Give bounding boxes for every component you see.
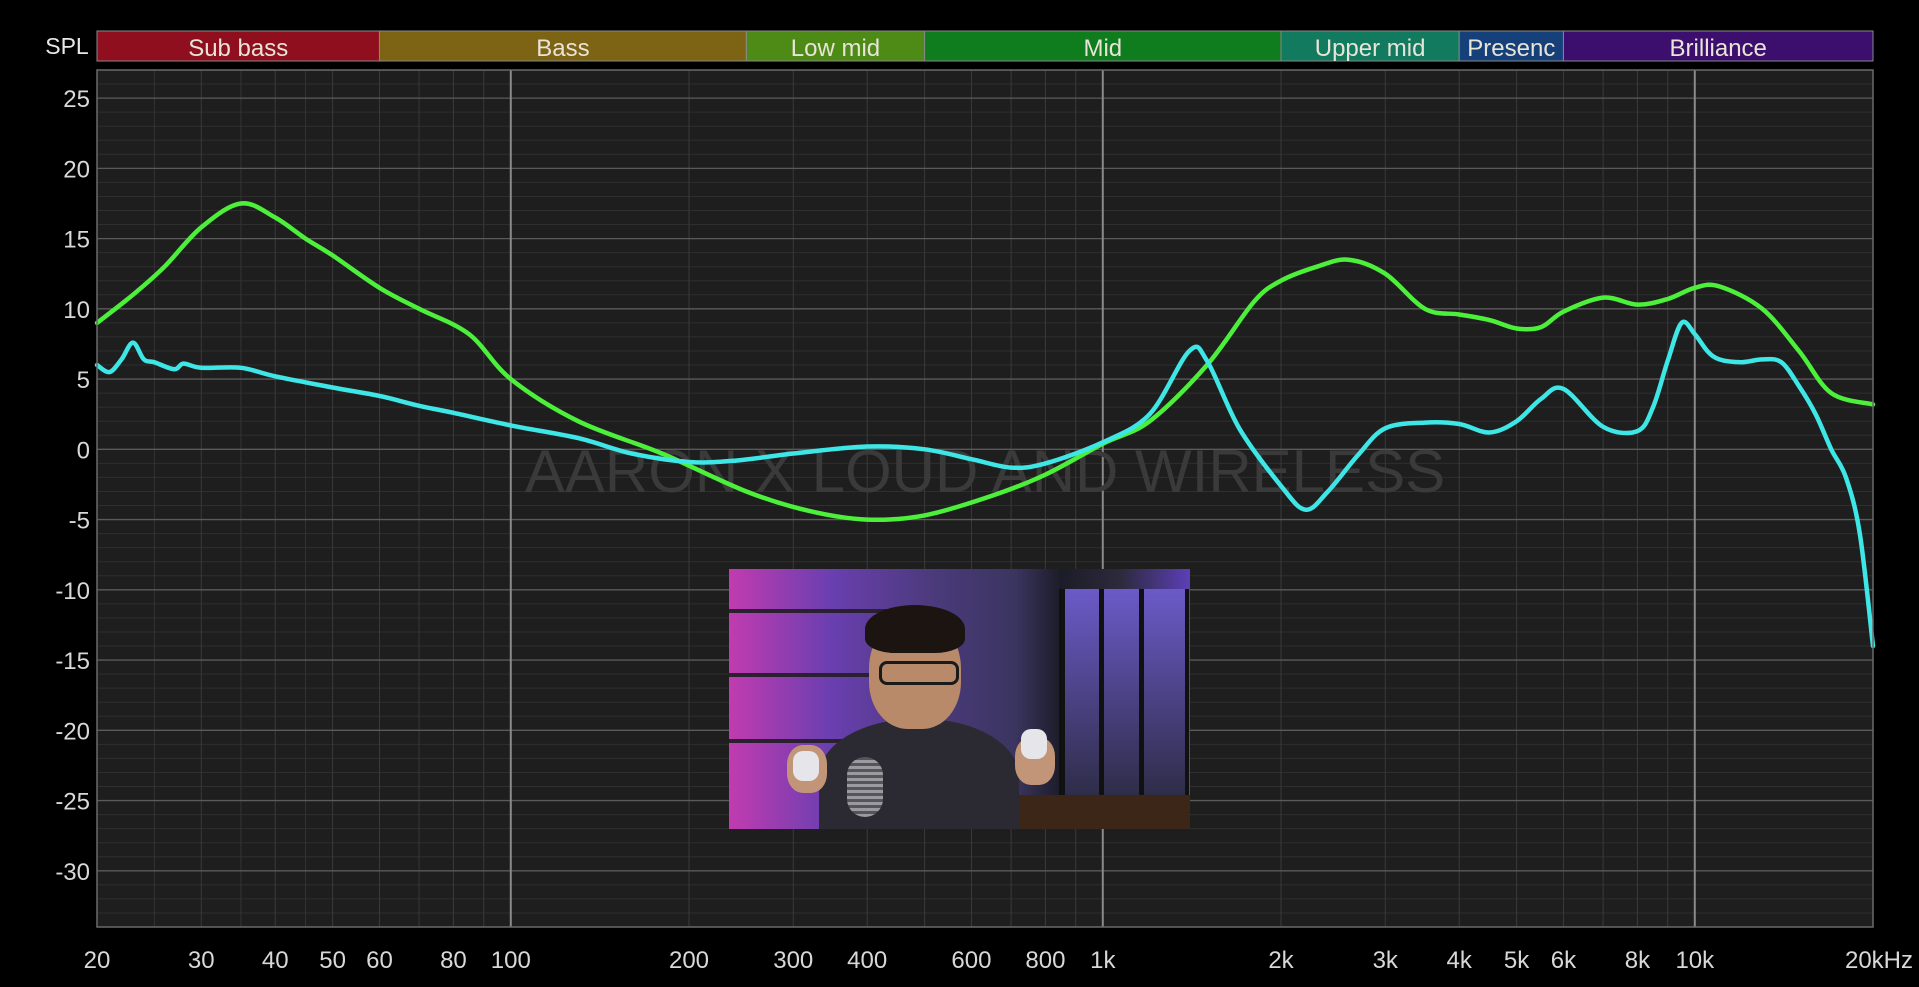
y-tick-label: 15 xyxy=(63,227,90,254)
x-tick-label: 300 xyxy=(773,947,813,974)
x-tick-label: 2k xyxy=(1268,947,1294,974)
x-tick-label: 600 xyxy=(951,947,991,974)
chart-stage: Sub bass Bass Low mid Mid Upper mid Presenc Br… xyxy=(0,0,1919,987)
shelf xyxy=(729,609,899,613)
band-label: Sub bass xyxy=(188,35,288,62)
microphone xyxy=(847,757,883,817)
x-tick-label: 4k xyxy=(1447,947,1473,974)
y-tick-label: 5 xyxy=(77,367,90,394)
y-tick-label: -20 xyxy=(55,718,90,745)
y-axis-label: SPL xyxy=(45,33,89,59)
x-tick-label: 100 xyxy=(491,947,531,974)
x-tick-label: 10k xyxy=(1675,947,1715,974)
earbud-case xyxy=(793,751,819,781)
band-label: Presenc xyxy=(1467,35,1555,62)
x-tick-label: 20kHz xyxy=(1845,947,1913,974)
x-tick-label: 200 xyxy=(669,947,709,974)
y-tick-label: 0 xyxy=(77,437,90,464)
y-tick-label: -25 xyxy=(55,789,90,816)
y-tick-label: -5 xyxy=(69,508,90,535)
y-tick-label: -30 xyxy=(55,859,90,886)
video-thumbnail xyxy=(729,569,1190,829)
watermark-text: AARON X LOUD AND WIRELESS xyxy=(525,438,1445,505)
frequency-response-chart: Sub bass Bass Low mid Mid Upper mid Presenc Br… xyxy=(0,0,1919,987)
band-label: Bass xyxy=(536,35,589,62)
y-tick-label: 10 xyxy=(63,297,90,324)
band-label: Low mid xyxy=(791,35,880,62)
band-bar: Sub bass Bass Low mid Mid Upper mid Presenc Br… xyxy=(96,30,1874,62)
x-tick-label: 30 xyxy=(188,947,215,974)
x-tick-label: 40 xyxy=(262,947,289,974)
desk xyxy=(989,795,1190,829)
x-tick-label: 60 xyxy=(366,947,393,974)
y-tick-label: 25 xyxy=(63,86,90,113)
x-tick-label: 6k xyxy=(1551,947,1577,974)
x-tick-label: 20 xyxy=(84,947,111,974)
x-tick-label: 5k xyxy=(1504,947,1530,974)
glass-door xyxy=(1059,589,1189,809)
band-label: Mid xyxy=(1083,35,1122,62)
x-tick-label: 8k xyxy=(1625,947,1651,974)
x-tick-label: 1k xyxy=(1090,947,1116,974)
x-tick-label: 50 xyxy=(319,947,346,974)
band-label: Brilliance xyxy=(1670,35,1767,62)
x-tick-label: 3k xyxy=(1373,947,1399,974)
band-label: Upper mid xyxy=(1315,35,1426,62)
door-frame xyxy=(1099,589,1104,809)
earbud-case xyxy=(1021,729,1047,759)
y-tick-label: 20 xyxy=(63,156,90,183)
y-tick-label: -10 xyxy=(55,578,90,605)
door-frame xyxy=(1139,589,1144,809)
x-tick-label: 800 xyxy=(1025,947,1065,974)
y-tick-label: -15 xyxy=(55,648,90,675)
glasses xyxy=(879,661,959,685)
x-tick-label: 80 xyxy=(440,947,467,974)
x-tick-label: 400 xyxy=(847,947,887,974)
person-hair xyxy=(865,605,965,653)
